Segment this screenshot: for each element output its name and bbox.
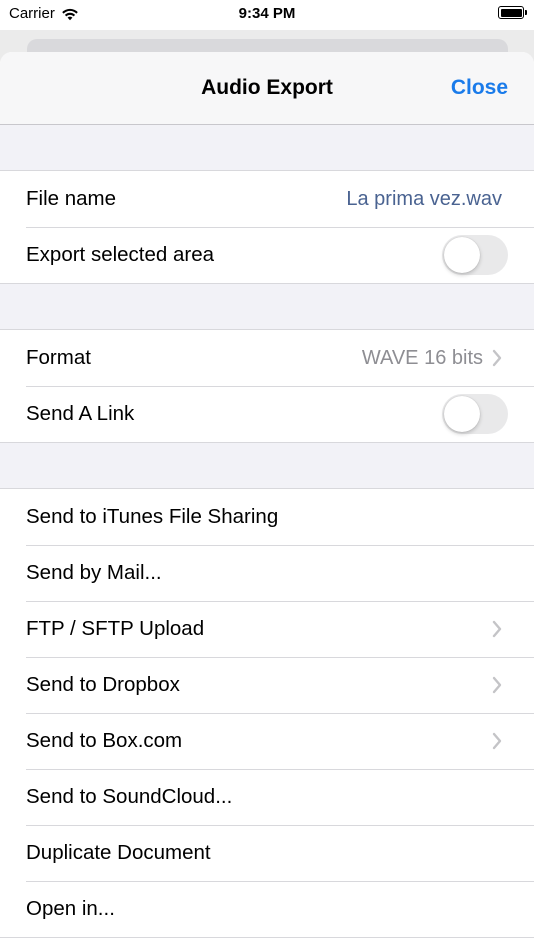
send-to-box-row[interactable]: Send to Box.com <box>0 713 534 769</box>
format-value: WAVE 16 bits <box>361 346 483 369</box>
export-selected-area-row: Export selected area <box>0 227 534 284</box>
ftp-sftp-upload-row[interactable]: FTP / SFTP Upload <box>0 601 534 657</box>
chevron-right-icon <box>492 732 502 750</box>
send-a-link-row: Send A Link <box>0 386 534 443</box>
format-label: Format <box>26 346 91 369</box>
export-selected-area-label: Export selected area <box>26 243 215 266</box>
section-spacer <box>0 125 534 171</box>
send-a-link-toggle[interactable] <box>442 394 508 434</box>
section-spacer <box>0 443 534 489</box>
send-a-link-label: Send A Link <box>26 402 135 425</box>
send-to-soundcloud-row[interactable]: Send to SoundCloud... <box>0 769 534 825</box>
file-name-value[interactable]: La prima vez.wav <box>346 188 502 211</box>
format-row[interactable]: Format WAVE 16 bits <box>0 330 534 386</box>
status-time: 9:34 PM <box>238 5 296 22</box>
row-label: Send to SoundCloud... <box>26 785 233 808</box>
send-to-dropbox-row[interactable]: Send to Dropbox <box>0 657 534 713</box>
audio-export-sheet: Audio Export Close File name La prima ve… <box>0 52 534 950</box>
nav-bar: Audio Export Close <box>0 52 534 125</box>
close-button[interactable]: Close <box>451 76 508 100</box>
row-label: Send to iTunes File Sharing <box>26 505 279 528</box>
open-in-row[interactable]: Open in... <box>0 881 534 938</box>
row-label: Send to Dropbox <box>26 673 180 696</box>
status-bar: Carrier 9:34 PM <box>0 0 534 30</box>
section-spacer <box>0 284 534 330</box>
export-actions-group: Send to iTunes File Sharing Send by Mail… <box>0 489 534 938</box>
row-label: Open in... <box>26 897 115 920</box>
battery-icon <box>498 6 527 19</box>
chevron-right-icon <box>492 620 502 638</box>
format-group: Format WAVE 16 bits Send A Link <box>0 330 534 443</box>
file-name-label: File name <box>26 187 117 210</box>
row-label: FTP / SFTP Upload <box>26 617 205 640</box>
send-itunes-file-sharing-row[interactable]: Send to iTunes File Sharing <box>0 489 534 545</box>
send-by-mail-row[interactable]: Send by Mail... <box>0 545 534 601</box>
row-label: Send by Mail... <box>26 561 162 584</box>
toggle-knob <box>444 237 480 273</box>
duplicate-document-row[interactable]: Duplicate Document <box>0 825 534 881</box>
file-name-row[interactable]: File name La prima vez.wav <box>0 171 534 227</box>
row-label: Send to Box.com <box>26 729 183 752</box>
chevron-right-icon <box>492 349 502 367</box>
toggle-knob <box>444 396 480 432</box>
file-settings-group: File name La prima vez.wav Export select… <box>0 171 534 284</box>
chevron-right-icon <box>492 676 502 694</box>
row-label: Duplicate Document <box>26 841 211 864</box>
export-selected-area-toggle[interactable] <box>442 235 508 275</box>
